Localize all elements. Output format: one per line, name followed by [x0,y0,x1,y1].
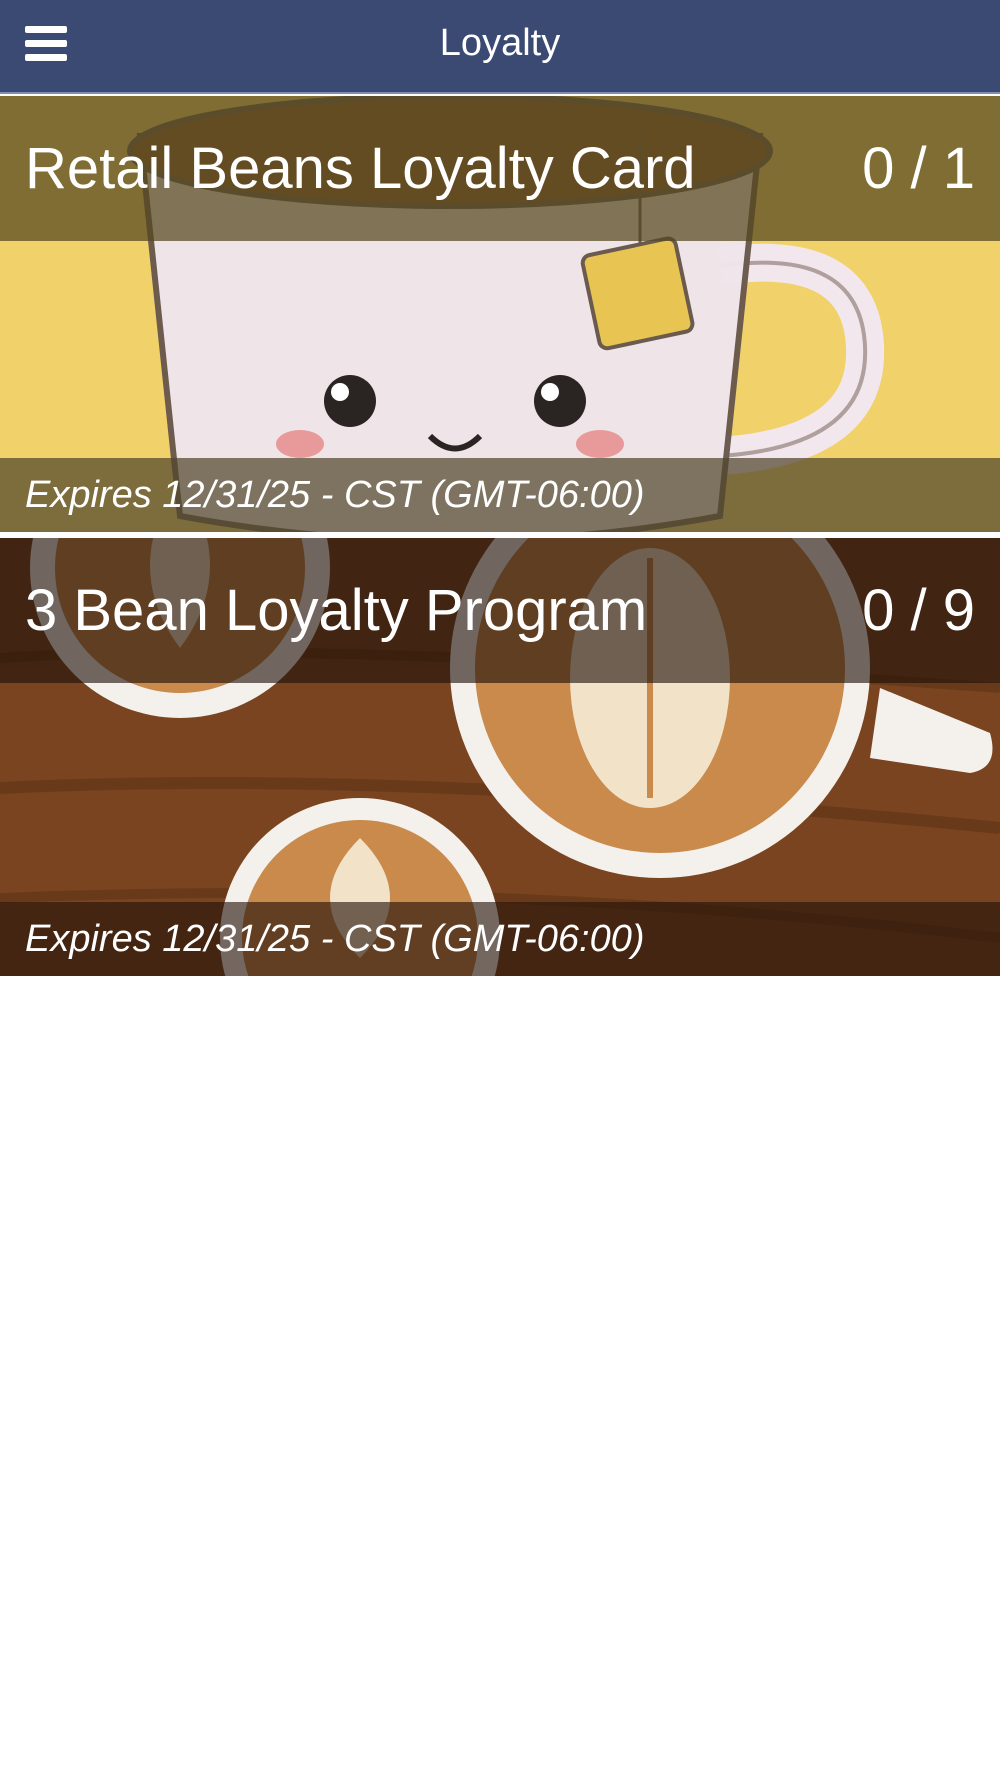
card-header: Retail Beans Loyalty Card 0 / 1 [0,96,1000,241]
card-header: 3 Bean Loyalty Program 0 / 9 [0,538,1000,683]
card-expiry-text: Expires 12/31/25 - CST (GMT-06:00) [25,918,645,960]
card-footer: Expires 12/31/25 - CST (GMT-06:00) [0,458,1000,532]
loyalty-card-3-bean[interactable]: 3 Bean Loyalty Program 0 / 9 Expires 12/… [0,538,1000,976]
app-bar: Loyalty [0,0,1000,94]
card-expiry-text: Expires 12/31/25 - CST (GMT-06:00) [25,474,645,516]
card-title: 3 Bean Loyalty Program [25,578,648,643]
page-title: Loyalty [439,22,561,64]
loyalty-card-retail-beans[interactable]: Retail Beans Loyalty Card 0 / 1 Expires … [0,96,1000,532]
card-progress-count: 0 / 1 [862,136,975,201]
card-progress-count: 0 / 9 [862,578,975,643]
card-footer: Expires 12/31/25 - CST (GMT-06:00) [0,902,1000,976]
card-title: Retail Beans Loyalty Card [25,136,696,201]
